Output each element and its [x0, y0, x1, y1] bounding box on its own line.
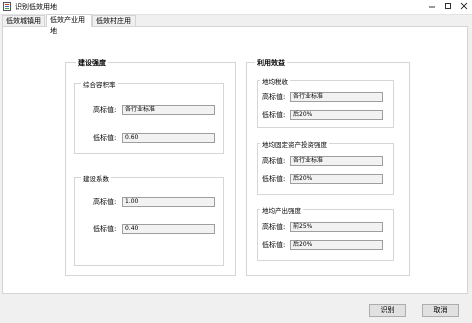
high-label: 高标值:	[93, 198, 117, 206]
close-icon[interactable]	[458, 1, 470, 12]
title-bar: 识别低效用地	[0, 0, 472, 15]
group-utilization-benefit: 利用效益 地均税收 高标值: 各行业标准 低标值: 后20% 地均固定资产投资强…	[246, 58, 410, 276]
tab-industrial-land[interactable]: 低效产业用地	[46, 14, 92, 35]
subgroup-tax: 地均税收 高标值: 各行业标准 低标值: 后20%	[257, 76, 394, 128]
investment-high-field[interactable]: 各行业标准	[290, 156, 383, 166]
subgroup-title: 综合容积率	[81, 79, 118, 89]
low-label: 低标值:	[93, 134, 117, 142]
high-label: 高标值:	[262, 223, 286, 231]
high-label: 高标值:	[262, 93, 286, 101]
window-title: 识别低效用地	[15, 3, 57, 11]
low-label: 低标值:	[262, 111, 286, 119]
app-icon	[3, 2, 11, 11]
maximize-icon[interactable]	[442, 1, 454, 12]
tab-village-land[interactable]: 低效村庄用地	[92, 15, 136, 36]
high-label: 高标值:	[93, 106, 117, 114]
plot-ratio-high-field[interactable]: 各行业标准	[122, 105, 215, 115]
tab-strip: 低效城镇用地 低效产业用地 低效村庄用地	[2, 14, 468, 36]
group-construction-intensity: 建设强度 综合容积率 高标值: 各行业标准 低标值: 0.60 建设系数 高标值…	[65, 58, 236, 276]
identify-button[interactable]: 识别	[369, 304, 406, 317]
low-label: 低标值:	[262, 175, 286, 183]
building-coef-low-field[interactable]: 0.40	[122, 224, 215, 234]
low-label: 低标值:	[93, 225, 117, 233]
output-high-field[interactable]: 前25%	[290, 222, 383, 232]
high-label: 高标值:	[262, 157, 286, 165]
tab-urban-land[interactable]: 低效城镇用地	[2, 15, 45, 36]
tab-panel: 建设强度 综合容积率 高标值: 各行业标准 低标值: 0.60 建设系数 高标值…	[2, 26, 468, 294]
building-coef-high-field[interactable]: 1.00	[122, 197, 215, 207]
subgroup-output: 地均产出强度 高标值: 前25% 低标值: 后20%	[257, 205, 394, 261]
low-label: 低标值:	[262, 241, 286, 249]
subgroup-building-coef: 建设系数 高标值: 1.00 低标值: 0.40	[74, 173, 224, 266]
minimize-icon[interactable]	[426, 1, 438, 12]
tax-low-field[interactable]: 后20%	[290, 110, 383, 120]
output-low-field[interactable]: 后20%	[290, 240, 383, 250]
subgroup-title: 建设系数	[81, 173, 111, 183]
plot-ratio-low-field[interactable]: 0.60	[122, 133, 215, 143]
subgroup-title: 地均固定资产投资强度	[260, 139, 329, 149]
group-title: 利用效益	[255, 58, 287, 68]
investment-low-field[interactable]: 后20%	[290, 174, 383, 184]
subgroup-investment: 地均固定资产投资强度 高标值: 各行业标准 低标值: 后20%	[257, 139, 394, 195]
group-title: 建设强度	[76, 58, 108, 68]
subgroup-title: 地均税收	[260, 76, 290, 86]
subgroup-plot-ratio: 综合容积率 高标值: 各行业标准 低标值: 0.60	[74, 79, 224, 154]
tax-high-field[interactable]: 各行业标准	[290, 92, 383, 102]
subgroup-title: 地均产出强度	[260, 205, 303, 215]
cancel-button[interactable]: 取消	[422, 304, 459, 317]
